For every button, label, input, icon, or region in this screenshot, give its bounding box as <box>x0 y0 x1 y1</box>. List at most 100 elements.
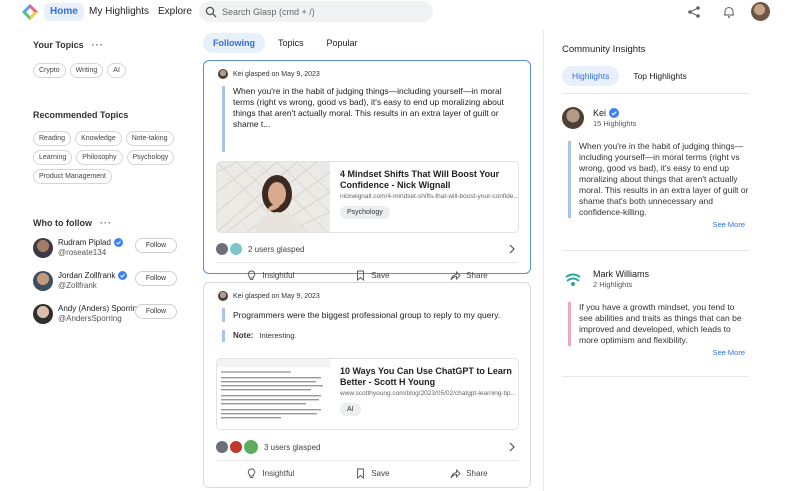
insight-user-name[interactable]: Mark Williams <box>593 269 649 279</box>
avatar[interactable] <box>218 291 228 301</box>
highlight-quote[interactable]: Programmers were the biggest professiona… <box>222 308 516 322</box>
card-actions: Insightful Save Share <box>216 460 518 486</box>
column-divider <box>543 30 544 491</box>
topic-chip[interactable]: Crypto <box>33 63 66 78</box>
topic-chip[interactable]: AI <box>107 63 126 78</box>
save-label: Save <box>371 271 390 280</box>
link-preview[interactable]: 10 Ways You Can Use ChatGPT to Learn Bet… <box>216 358 519 430</box>
feed-card[interactable]: Kei glasped on May 9, 2023 When you're i… <box>203 60 531 281</box>
save-button[interactable]: Save <box>355 270 389 281</box>
avatar[interactable] <box>562 107 584 129</box>
recommended-topics-list: Reading Knowledge Note-taking Learning P… <box>33 131 183 184</box>
bookmark-icon <box>357 270 365 281</box>
feed-tabs: Following Topics Popular <box>203 33 371 53</box>
follow-button[interactable]: Follow <box>135 238 177 253</box>
follow-suggestion: Rudram Piplad @roseate134 Follow <box>33 231 193 264</box>
follow-handle: @Zollfrank <box>58 281 97 290</box>
insight-user-name[interactable]: Kei <box>593 108 606 118</box>
left-sidebar: Your Topics ··· Crypto Writing AI Recomm… <box>33 40 193 330</box>
share-arrow-icon <box>450 270 461 281</box>
topic-chip[interactable]: Product Management <box>33 169 112 184</box>
follow-button[interactable]: Follow <box>135 304 177 319</box>
community-insight: Kei 15 Highlights When you're in the hab… <box>562 107 749 229</box>
tab-popular[interactable]: Popular <box>317 33 368 53</box>
link-title[interactable]: 4 Mindset Shifts That Will Boost Your Co… <box>340 169 518 191</box>
more-icon[interactable]: ··· <box>100 218 112 228</box>
tab-top-highlights[interactable]: Top Highlights <box>623 66 696 86</box>
nav-explore[interactable]: Explore <box>152 3 198 21</box>
verified-badge-icon <box>118 271 128 280</box>
nav-home[interactable]: Home <box>44 3 84 21</box>
tab-following[interactable]: Following <box>203 33 265 53</box>
top-nav: Home My Highlights Explore <box>0 0 800 24</box>
share-button[interactable]: Share <box>450 468 488 479</box>
follow-button[interactable]: Follow <box>135 271 177 286</box>
tab-highlights[interactable]: Highlights <box>562 66 620 86</box>
avatar[interactable] <box>562 268 584 290</box>
avatar <box>216 441 228 453</box>
topic-chip[interactable]: Note-taking <box>125 131 174 146</box>
insight-quote[interactable]: If you have a growth mindset, you tend t… <box>568 302 749 346</box>
insightful-button[interactable]: Insightful <box>246 270 294 281</box>
topic-chip[interactable]: Reading <box>33 131 72 146</box>
tab-topics[interactable]: Topics <box>268 33 314 53</box>
see-more-link[interactable]: See More <box>562 348 745 357</box>
insight-quote[interactable]: When you're in the habit of judging thin… <box>568 141 749 218</box>
recommended-topics-header: Recommended Topics <box>33 110 193 120</box>
avatar[interactable] <box>218 69 228 79</box>
follow-list: Rudram Piplad @roseate134 Follow Jordan … <box>33 231 193 330</box>
article-thumbnail <box>217 359 330 429</box>
highlight-quote[interactable]: When you're in the habit of judging thin… <box>222 86 516 152</box>
card-header: Kei glasped on May 9, 2023 <box>218 69 530 79</box>
avatar[interactable] <box>33 237 53 258</box>
topic-chip[interactable]: Knowledge <box>75 131 122 146</box>
chevron-right-icon[interactable] <box>508 244 516 254</box>
who-to-follow-header: Who to follow ··· <box>33 218 193 228</box>
share-icon[interactable] <box>687 5 701 19</box>
community-insight: Mark Williams 2 Highlights If you have a… <box>562 268 749 357</box>
follow-name[interactable]: Jordan Zollfrank <box>58 271 115 280</box>
save-button[interactable]: Save <box>355 468 389 479</box>
topic-chip[interactable]: Psychology <box>126 150 175 165</box>
share-button[interactable]: Share <box>450 270 488 281</box>
divider <box>562 250 749 251</box>
your-topics-list: Crypto Writing AI <box>33 63 193 78</box>
card-header-text: Kei glasped on May 9, 2023 <box>233 292 320 300</box>
insight-user[interactable]: Kei 15 Highlights <box>562 107 749 129</box>
follow-name[interactable]: Andy (Anders) Sporring <box>58 304 142 313</box>
note-label: Note: <box>233 331 254 340</box>
insight-user[interactable]: Mark Williams 2 Highlights <box>562 268 749 290</box>
lightbulb-icon <box>248 270 256 280</box>
glasp-logo-icon[interactable] <box>22 4 38 20</box>
topic-chip[interactable]: Philosophy <box>76 150 123 165</box>
see-more-link[interactable]: See More <box>562 220 745 229</box>
link-url: nickwignall.com/4-mindset-shifts-that-wi… <box>340 193 519 200</box>
link-preview[interactable]: 4 Mindset Shifts That Will Boost Your Co… <box>216 161 519 233</box>
card-header-text: Kei glasped on May 9, 2023 <box>233 70 320 78</box>
topic-tag[interactable]: Psychology <box>340 206 390 219</box>
insightful-button[interactable]: Insightful <box>246 468 294 479</box>
insight-highlight-count: 2 Highlights <box>593 280 633 289</box>
avatar[interactable] <box>33 270 53 291</box>
topic-chip[interactable]: Writing <box>69 63 104 78</box>
bookmark-icon <box>357 468 365 479</box>
more-icon[interactable]: ··· <box>92 40 104 50</box>
avatar <box>244 440 258 454</box>
link-title[interactable]: 10 Ways You Can Use ChatGPT to Learn Bet… <box>340 366 518 388</box>
follow-handle: @roseate134 <box>58 248 107 257</box>
nav-my-highlights[interactable]: My Highlights <box>83 3 155 21</box>
bell-icon[interactable] <box>722 5 736 19</box>
verified-badge-icon <box>113 238 123 247</box>
avatar[interactable] <box>33 303 53 324</box>
chevron-right-icon[interactable] <box>508 442 516 452</box>
user-avatar[interactable] <box>751 2 770 21</box>
glasped-users-row[interactable]: 2 users glasped <box>216 241 518 257</box>
search-bar[interactable] <box>199 1 433 22</box>
search-input[interactable] <box>222 6 422 17</box>
feed-card[interactable]: Kei glasped on May 9, 2023 Programmers w… <box>203 282 531 488</box>
follow-name[interactable]: Rudram Piplad <box>58 238 111 247</box>
glasped-count: 2 users glasped <box>248 244 305 254</box>
glasped-users-row[interactable]: 3 users glasped <box>216 439 518 455</box>
topic-tag[interactable]: AI <box>340 403 361 416</box>
topic-chip[interactable]: Learning <box>33 150 73 165</box>
